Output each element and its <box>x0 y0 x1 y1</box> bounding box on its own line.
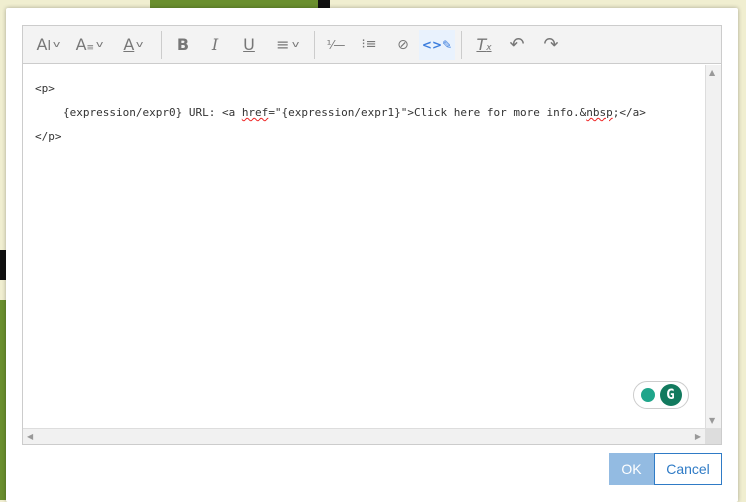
misspelled-word: href <box>241 106 269 119</box>
numbered-list-icon: ⅟— <box>326 37 346 52</box>
underline-button[interactable]: U <box>232 30 266 60</box>
code-line: {expression/expr0} URL: <a href="{expres… <box>63 106 646 119</box>
link-icon: ⊘ <box>397 36 409 53</box>
source-editing-area[interactable]: <p> {expression/expr0} URL: <a href="{ex… <box>23 65 705 428</box>
toolbar-divider <box>314 30 315 59</box>
bold-icon: B <box>176 35 190 54</box>
ok-button[interactable]: OK <box>609 453 654 485</box>
code-text: ;</a> <box>612 106 646 119</box>
format-icon: A≡ <box>75 35 95 54</box>
font-color-icon: A <box>123 35 135 54</box>
code-line: </p> <box>35 130 62 143</box>
redo-button[interactable]: ↷ <box>534 30 568 60</box>
scroll-right-icon[interactable]: ▶ <box>695 432 701 441</box>
toolbar-divider <box>161 30 162 59</box>
code-text: {expression/expr0} URL: <a <box>63 106 242 119</box>
rich-text-editor: AI v A≡ v Av B I U ≡ v ⅟— ⁝≡ ⊘ <>✎ Tx ↶ ↷ <… <box>22 25 722 445</box>
font-size-icon: AI <box>36 35 52 54</box>
misspelled-word: nbsp <box>586 106 613 119</box>
bulleted-list-icon: ⁝≡ <box>361 37 377 52</box>
numbered-list-button[interactable]: ⅟— <box>321 30 351 60</box>
undo-icon: ↶ <box>509 34 525 55</box>
lightbulb-icon <box>640 388 655 402</box>
undo-button[interactable]: ↶ <box>500 30 534 60</box>
heading-dropdown[interactable]: A≡ v <box>67 30 111 60</box>
chevron-down-icon: v <box>291 39 299 50</box>
font-size-dropdown[interactable]: AI v <box>29 30 67 60</box>
grammarly-icon: G <box>659 384 682 406</box>
scrollbar-corner <box>705 428 721 444</box>
toolbar-divider <box>461 30 462 59</box>
italic-button[interactable]: I <box>198 30 232 60</box>
editor-toolbar: AI v A≡ v Av B I U ≡ v ⅟— ⁝≡ ⊘ <>✎ Tx ↶ ↷ <box>23 26 721 64</box>
remove-format-button[interactable]: Tx <box>468 30 500 60</box>
bulleted-list-button[interactable]: ⁝≡ <box>351 30 387 60</box>
chevron-down-icon: v <box>136 39 144 50</box>
link-button[interactable]: ⊘ <box>387 30 419 60</box>
chevron-down-icon: v <box>53 39 61 50</box>
vertical-scrollbar[interactable]: ▲ ▼ <box>705 65 721 428</box>
html-editor-dialog: AI v A≡ v Av B I U ≡ v ⅟— ⁝≡ ⊘ <>✎ Tx ↶ ↷ <… <box>6 8 738 502</box>
code-text: ="{expression/expr1}">Click here for mor… <box>268 106 587 119</box>
font-color-dropdown[interactable]: Av <box>111 30 155 60</box>
chevron-down-icon: v <box>96 39 104 50</box>
align-left-icon: ≡ <box>276 35 290 54</box>
scroll-down-icon[interactable]: ▼ <box>709 416 715 425</box>
underline-icon: U <box>243 35 255 54</box>
code-edit-icon: <>✎ <box>421 37 453 52</box>
grammarly-widget[interactable]: G <box>633 381 689 409</box>
scroll-left-icon[interactable]: ◀ <box>27 432 33 441</box>
redo-icon: ↷ <box>543 34 559 55</box>
bold-button[interactable]: B <box>168 30 198 60</box>
scroll-up-icon[interactable]: ▲ <box>709 68 715 77</box>
cancel-button[interactable]: Cancel <box>654 453 722 485</box>
source-edit-button[interactable]: <>✎ <box>419 29 455 60</box>
code-line: <p> <box>35 82 55 95</box>
horizontal-scrollbar[interactable]: ◀ ▶ <box>23 428 705 444</box>
italic-icon: I <box>211 35 219 54</box>
align-dropdown[interactable]: ≡ v <box>266 30 308 60</box>
remove-format-icon: Tx <box>476 35 492 54</box>
